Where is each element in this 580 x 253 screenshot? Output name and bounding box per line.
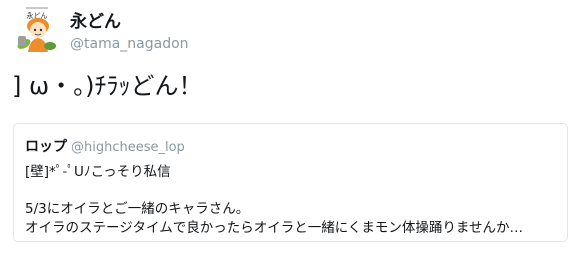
quoted-tweet-header: ロップ @highcheese_lop — [25, 137, 185, 157]
mascot-avatar-icon: 永どん — [14, 6, 60, 54]
user-handle[interactable]: @tama_nagadon — [70, 35, 189, 53]
user-avatar[interactable]: 永どん — [14, 6, 60, 54]
tweet-text: ] ω・。)ﾁﾗｯどん！ — [12, 72, 203, 100]
quoted-tweet-text-line: 5/3にオイラとご一緒のキャラさん。 — [25, 201, 250, 217]
quoted-display-name: ロップ — [25, 139, 67, 155]
tweet-card: 永どん 永どん @tama_nagadon ] ω・。)ﾁﾗｯどん！ ロップ @h… — [0, 0, 580, 253]
quoted-tweet-card[interactable]: ロップ @highcheese_lop [壁]*ﾟ-ﾟUﾉこっそり私信 5/3にオ… — [13, 123, 568, 242]
display-name[interactable]: 永どん — [70, 12, 121, 32]
quoted-tweet-text-line: オイラのステージタイムで良かったらオイラと一緒にくまモン体操踊りませんか… — [25, 220, 524, 236]
quoted-tweet-text-line: [壁]*ﾟ-ﾟUﾉこっそり私信 — [25, 164, 171, 180]
quoted-user-handle: @highcheese_lop — [71, 140, 185, 155]
